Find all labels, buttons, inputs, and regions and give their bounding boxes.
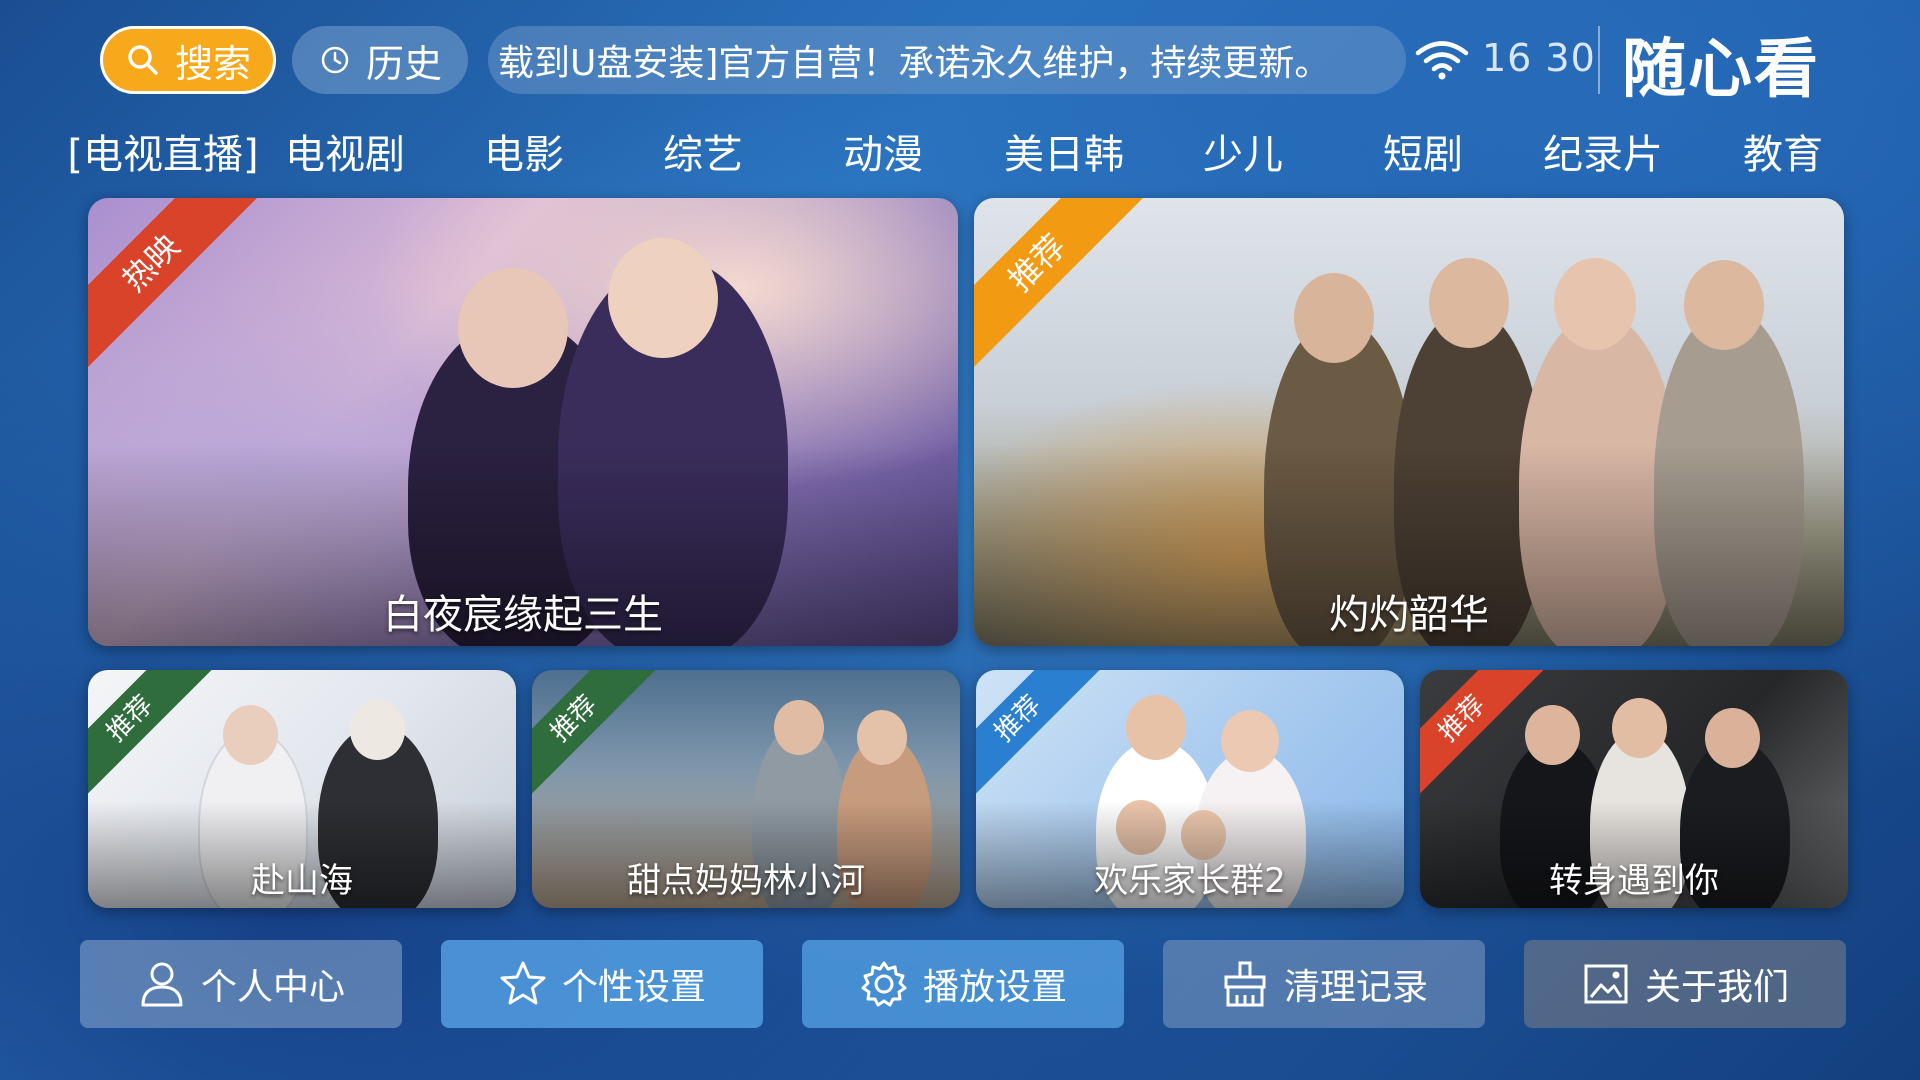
nav-item-documentary[interactable]: 纪录片	[1543, 122, 1663, 180]
nav-item-short-drama[interactable]: 短剧	[1383, 122, 1463, 180]
marquee-text: 载到U盘安装]官方自营！承诺永久维护，持续更新。	[498, 43, 1331, 84]
nav-item-tv-live[interactable]: [电视直播]	[67, 122, 258, 180]
featured-poster-card[interactable]: 热映 白夜宸缘起三生	[88, 198, 958, 646]
personal-center-button[interactable]: 个人中心	[80, 940, 402, 1028]
poster-title: 转身遇到你	[1549, 861, 1719, 901]
history-label: 历史	[365, 41, 442, 86]
poster-title: 甜点妈妈林小河	[627, 861, 865, 901]
image-icon	[1584, 964, 1628, 1004]
broom-icon	[1224, 961, 1266, 1007]
user-icon	[141, 962, 183, 1007]
search-icon	[128, 45, 158, 75]
gear-icon	[861, 961, 907, 1007]
nav-item-education[interactable]: 教育	[1743, 122, 1823, 180]
app-logo: 随心看	[1622, 32, 1820, 107]
poster-card[interactable]: 推荐 欢乐家长群2	[976, 670, 1404, 908]
poster-title: 灼灼韶华	[1329, 592, 1489, 638]
playback-settings-button[interactable]: 播放设置	[802, 940, 1124, 1028]
featured-poster-card[interactable]: 推荐 灼灼韶华	[974, 198, 1844, 646]
poster-title: 赴山海	[251, 861, 353, 901]
search-label: 搜索	[174, 41, 251, 86]
personalization-settings-button[interactable]: 个性设置	[441, 940, 763, 1028]
search-button[interactable]: 搜索	[100, 26, 276, 94]
clear-history-button[interactable]: 清理记录	[1163, 940, 1485, 1028]
category-nav: [电视直播] 电视剧 电影 综艺 动漫 美日韩 少儿 短剧 纪录片 教育	[0, 112, 1920, 180]
button-label: 个性设置	[561, 967, 706, 1008]
top-bar: 搜索 历史 载到U盘安装]官方自营！承诺永久维护，持续更新。 16 30 随心看	[0, 0, 1920, 118]
poster-title: 白夜宸缘起三生	[383, 592, 663, 638]
poster-card[interactable]: 推荐 甜点妈妈林小河	[532, 670, 960, 908]
nav-item-movies[interactable]: 电影	[484, 122, 564, 180]
poster-title: 欢乐家长群2	[1094, 861, 1286, 901]
button-label: 播放设置	[922, 967, 1067, 1008]
divider	[1598, 26, 1600, 94]
clock-icon	[321, 46, 349, 74]
about-us-button[interactable]: 关于我们	[1524, 940, 1846, 1028]
button-label: 关于我们	[1644, 967, 1789, 1008]
star-icon	[500, 961, 546, 1005]
wifi-icon	[1415, 41, 1469, 80]
button-label: 清理记录	[1283, 967, 1428, 1008]
nav-item-anime[interactable]: 动漫	[843, 122, 923, 180]
nav-item-us-jp-kr[interactable]: 美日韩	[1004, 122, 1124, 180]
poster-card[interactable]: 推荐 转身遇到你	[1420, 670, 1848, 908]
poster-card[interactable]: 推荐 赴山海	[88, 670, 516, 908]
history-button[interactable]: 历史	[292, 26, 468, 94]
nav-item-kids[interactable]: 少儿	[1203, 122, 1283, 180]
announcement-marquee: 载到U盘安装]官方自营！承诺永久维护，持续更新。	[488, 26, 1406, 94]
button-label: 个人中心	[200, 967, 345, 1008]
nav-item-tv-series[interactable]: 电视剧	[285, 122, 405, 180]
nav-item-variety[interactable]: 综艺	[663, 122, 743, 180]
clock-time: 16 30	[1482, 36, 1596, 80]
